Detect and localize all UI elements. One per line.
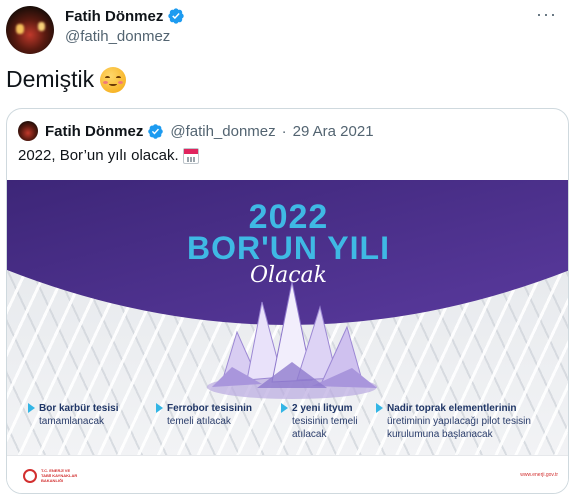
smiling-blush-emoji-icon [100, 66, 127, 93]
banner-headline: BOR'UN YILI [187, 230, 390, 266]
author-handle[interactable]: @fatih_donmez [65, 28, 170, 45]
quoted-media-image[interactable]: 2022 BOR'UN YILI Olacak Bor karbür tesis… [7, 180, 568, 493]
author-name-row[interactable]: Fatih Dönmez [65, 7, 185, 25]
goal-description: tamamlanacak [39, 416, 105, 427]
goal-title: Ferrobor tesisinin [167, 403, 253, 414]
boron-crystal-illustration [207, 281, 377, 399]
arrow-icon [28, 403, 35, 413]
arrow-icon [376, 403, 383, 413]
goal-description: üretiminin yapılacağı pilot tesisin kuru… [387, 416, 531, 440]
ministry-url: www.enerji.gov.tr [520, 472, 558, 478]
ministry-name: T.C. ENERJİ VE TABİİ KAYNAKLAR BAKANLIĞI [41, 468, 78, 483]
author-avatar[interactable] [6, 6, 54, 54]
quoted-author-avatar [18, 121, 38, 141]
quoted-author-handle: @fatih_donmez [170, 122, 276, 140]
quoted-date: 29 Ara 2021 [292, 122, 374, 140]
quoted-author-name: Fatih Dönmez [45, 122, 144, 140]
goal-item: Bor karbür tesisi tamamlanacak [28, 402, 119, 428]
arrow-icon [281, 403, 288, 413]
ministry-logo: T.C. ENERJİ VE TABİİ KAYNAKLAR BAKANLIĞI [23, 468, 81, 483]
ministry-seal-icon [23, 468, 37, 483]
goal-description: tesisinin temeli atılacak [292, 416, 358, 440]
avatar-light [38, 22, 45, 31]
goal-item: Nadir toprak elementlerinin üretiminin y… [376, 402, 557, 441]
quoted-text: 2022, Bor’un yılı olacak. [18, 147, 199, 164]
dot-separator: · [281, 122, 287, 140]
verified-badge-icon [148, 123, 164, 139]
quoted-tweet[interactable]: Fatih Dönmez @fatih_donmez · 29 Ara 2021… [6, 108, 569, 494]
more-options-icon[interactable]: ··· [536, 4, 557, 25]
avatar-light [16, 24, 24, 34]
banner-footer: T.C. ENERJİ VE TABİİ KAYNAKLAR BAKANLIĞI… [7, 455, 568, 493]
goal-description: temeli atılacak [167, 416, 231, 427]
goal-title: Nadir toprak elementlerinin [387, 403, 517, 414]
goal-item: Ferrobor tesisinin temeli atılacak [156, 402, 253, 428]
goal-title: 2 yeni lityum [292, 403, 353, 414]
quoted-header: Fatih Dönmez @fatih_donmez · 29 Ara 2021 [18, 121, 374, 141]
goal-item: 2 yeni lityum tesisinin temeli atılacak [281, 402, 372, 441]
verified-badge-icon [168, 8, 185, 24]
tweet-text: Demiştik [6, 66, 127, 93]
goal-title: Bor karbür tesisi [39, 403, 119, 414]
arrow-icon [156, 403, 163, 413]
quoted-text-content: 2022, Bor’un yılı olacak. [18, 147, 179, 164]
calendar-emoji-icon [182, 147, 199, 164]
tweet-text-content: Demiştik [6, 66, 95, 92]
author-name[interactable]: Fatih Dönmez [65, 8, 163, 25]
